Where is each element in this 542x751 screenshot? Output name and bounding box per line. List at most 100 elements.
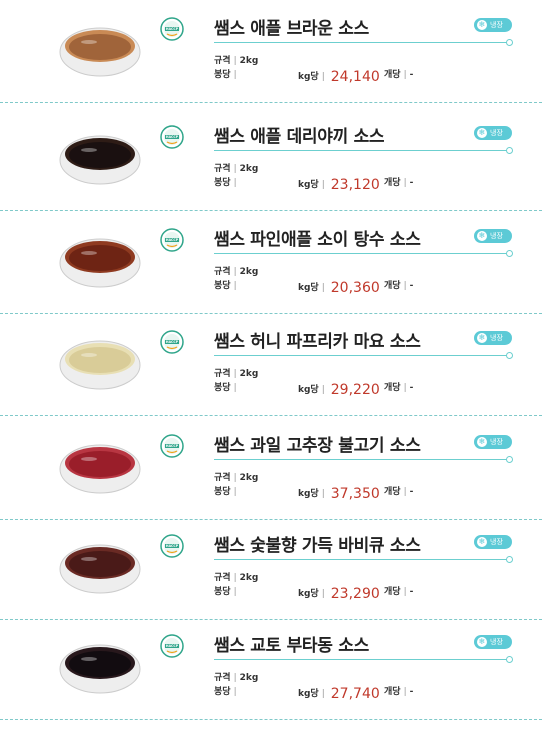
line-end-dot <box>506 456 513 463</box>
product-image <box>55 223 145 293</box>
snowflake-icon: ❄ <box>477 537 487 547</box>
each-price: 개당 | - <box>384 380 413 393</box>
separator: | <box>233 687 237 697</box>
product-row: HACCP 쌤스 숯불향 가득 바비큐 소스 ❄ 냉장 규격 | 2kg 봉당 | kg… <box>0 517 542 620</box>
product-name: 쌤스 애플 브라운 소스 <box>214 19 369 39</box>
each-price-value: - <box>409 487 414 497</box>
svg-text:HACCP: HACCP <box>166 135 179 139</box>
storage-label: 냉장 <box>490 638 503 646</box>
separator: | <box>321 385 325 395</box>
bag-label: 봉당 <box>214 383 231 393</box>
product-image <box>55 629 145 699</box>
spec-label: 규격 <box>214 673 231 683</box>
product-row: HACCP 쌤스 허니 파프리카 마요 소스 ❄ 냉장 규격 | 2kg 봉당 | kg… <box>0 313 542 416</box>
separator: | <box>233 573 237 583</box>
kg-price: kg당 | 37,350 <box>298 484 380 502</box>
bag-price: 봉당 | <box>214 687 240 697</box>
separator: | <box>403 487 407 497</box>
kg-price: kg당 | 23,290 <box>298 584 380 602</box>
separator: | <box>233 281 237 291</box>
bag-label: 봉당 <box>214 281 231 291</box>
separator: | <box>233 164 237 174</box>
line-end-dot <box>506 556 513 563</box>
each-price-value: - <box>409 70 414 80</box>
spec-line: 규격 | 2kg <box>214 470 258 483</box>
bag-label: 봉당 <box>214 70 231 80</box>
haccp-icon: HACCP <box>160 434 184 458</box>
divider-line <box>214 253 507 254</box>
price-line: 봉당 | kg당 | 24,140 개당 | - <box>214 67 514 85</box>
svg-text:HACCP: HACCP <box>166 238 179 242</box>
separator: | <box>403 281 407 291</box>
each-label: 개당 <box>384 178 401 188</box>
product-row: HACCP 쌤스 애플 브라운 소스 ❄ 냉장 규격 | 2kg 봉당 | kg당 | 24… <box>0 0 542 103</box>
divider-line <box>214 150 507 151</box>
storage-badge: ❄ 냉장 <box>474 229 512 243</box>
spec-label: 규격 <box>214 164 231 174</box>
bag-price: 봉당 | <box>214 281 240 291</box>
kg-label: kg당 <box>298 283 319 293</box>
separator: | <box>321 180 325 190</box>
separator: | <box>403 383 407 393</box>
kg-label: kg당 <box>298 689 319 699</box>
kg-price-value: 37,350 <box>330 486 380 502</box>
each-price: 개당 | - <box>384 175 413 188</box>
each-price-value: - <box>409 281 414 291</box>
separator: | <box>321 689 325 699</box>
product-image <box>55 325 145 395</box>
product-image <box>55 120 145 190</box>
separator: | <box>233 70 237 80</box>
bag-price: 봉당 | <box>214 587 240 597</box>
product-image <box>55 429 145 499</box>
row-separator <box>0 719 542 720</box>
each-price-value: - <box>409 687 414 697</box>
storage-label: 냉장 <box>490 129 503 137</box>
kg-price-value: 23,120 <box>330 177 380 193</box>
spec-value: 2kg <box>239 473 259 483</box>
spec-line: 규격 | 2kg <box>214 161 258 174</box>
each-label: 개당 <box>384 587 401 597</box>
each-price-value: - <box>409 178 414 188</box>
spec-line: 규격 | 2kg <box>214 53 258 66</box>
kg-price: kg당 | 29,220 <box>298 380 380 398</box>
line-end-dot <box>506 352 513 359</box>
spec-value: 2kg <box>239 56 259 66</box>
separator: | <box>233 178 237 188</box>
haccp-icon: HACCP <box>160 17 184 41</box>
bag-label: 봉당 <box>214 687 231 697</box>
spec-value: 2kg <box>239 369 259 379</box>
divider-line <box>214 355 507 356</box>
separator: | <box>233 383 237 393</box>
snowflake-icon: ❄ <box>477 637 487 647</box>
spec-label: 규격 <box>214 369 231 379</box>
svg-text:HACCP: HACCP <box>166 644 179 648</box>
separator: | <box>403 687 407 697</box>
separator: | <box>321 589 325 599</box>
storage-badge: ❄ 냉장 <box>474 635 512 649</box>
snowflake-icon: ❄ <box>477 128 487 138</box>
kg-label: kg당 <box>298 180 319 190</box>
spec-label: 규격 <box>214 573 231 583</box>
spec-value: 2kg <box>239 673 259 683</box>
product-name: 쌤스 숯불향 가득 바비큐 소스 <box>214 536 421 556</box>
row-separator <box>0 415 542 416</box>
kg-price: kg당 | 23,120 <box>298 175 380 193</box>
separator: | <box>233 487 237 497</box>
each-label: 개당 <box>384 383 401 393</box>
price-line: 봉당 | kg당 | 27,740 개당 | - <box>214 684 514 702</box>
kg-label: kg당 <box>298 385 319 395</box>
product-name: 쌤스 교토 부타동 소스 <box>214 636 369 656</box>
separator: | <box>321 72 325 82</box>
divider-line <box>214 659 507 660</box>
product-row: HACCP 쌤스 파인애플 소이 탕수 소스 ❄ 냉장 규격 | 2kg 봉당 | kg… <box>0 211 542 314</box>
svg-text:HACCP: HACCP <box>166 444 179 448</box>
bag-price: 봉당 | <box>214 70 240 80</box>
separator: | <box>233 587 237 597</box>
kg-price-value: 20,360 <box>330 280 380 296</box>
storage-label: 냉장 <box>490 438 503 446</box>
storage-badge: ❄ 냉장 <box>474 18 512 32</box>
line-end-dot <box>506 250 513 257</box>
kg-price: kg당 | 27,740 <box>298 684 380 702</box>
each-price: 개당 | - <box>384 67 413 80</box>
kg-price-value: 29,220 <box>330 382 380 398</box>
